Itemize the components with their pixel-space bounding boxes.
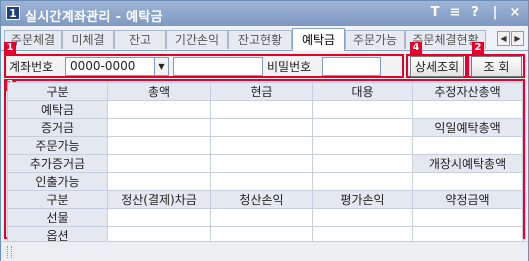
table-row: 추가증거금 개장시예탁총액 — [7, 154, 523, 173]
table-cell — [312, 118, 413, 137]
table-cell — [107, 154, 211, 173]
password-field[interactable] — [322, 57, 381, 76]
row-label: 주문가능 — [7, 136, 108, 155]
tab-orderable[interactable]: 주문가능 — [345, 30, 405, 49]
table-cell — [210, 172, 313, 191]
table-cell — [210, 136, 313, 155]
account-select[interactable]: 0000-0000 ▼ — [65, 57, 169, 76]
table-cell — [107, 118, 211, 137]
table-cell — [312, 100, 413, 119]
tab-prev-icon[interactable]: ◀ — [497, 31, 510, 46]
title-bar[interactable]: 1 실시간계좌관리 - 예탁금 T ≡ ? | × — [1, 1, 528, 26]
row-label: 예탁금 — [7, 100, 108, 119]
chevron-down-icon[interactable]: ▼ — [154, 58, 168, 75]
row-label: 익일예탁총액 — [412, 118, 523, 137]
header-cell: 구분 — [7, 82, 108, 101]
tab-balance[interactable]: 잔고 — [114, 30, 166, 49]
tab-deposit[interactable]: 예탁금 — [292, 28, 345, 51]
deposit-table: 구분 총액 현금 대용 추정자산총액 예탁금 증거금 익일예탁총액 주문가능 추… — [7, 82, 523, 245]
table-row: 선물 — [7, 208, 523, 227]
header-cell: 대용 — [312, 82, 413, 101]
badge-1: 1 — [4, 42, 16, 54]
table-header-row: 구분 총액 현금 대용 추정자산총액 — [7, 82, 523, 101]
window-title: 실시간계좌관리 - 예탁금 — [25, 10, 163, 25]
table-cell — [107, 208, 211, 227]
badge-2: 2 — [472, 42, 484, 54]
table-cell — [412, 100, 523, 119]
table-row: 인출가능 — [7, 172, 523, 191]
header-cell: 구분 — [7, 190, 108, 209]
table-row: 증거금 익일예탁총액 — [7, 118, 523, 137]
header-cell: 평가손익 — [312, 190, 413, 209]
row-label: 인출가능 — [7, 172, 108, 191]
app-icon: 1 — [6, 6, 20, 20]
row-label: 선물 — [7, 208, 108, 227]
account-label: 계좌번호 — [9, 60, 54, 74]
table-row: 주문가능 — [7, 136, 523, 155]
header-cell: 현금 — [210, 82, 313, 101]
table-cell — [412, 136, 523, 155]
help-icon[interactable]: ? — [468, 5, 482, 21]
status-bar — [1, 241, 528, 261]
tab-next-icon[interactable]: ▶ — [511, 31, 524, 46]
password-label: 비밀번호 — [267, 60, 312, 74]
badge-4: 4 — [410, 42, 422, 54]
header-cell: 추정자산총액 — [412, 82, 523, 101]
table-cell — [210, 118, 313, 137]
table-cell — [312, 172, 413, 191]
table-cell — [412, 172, 523, 191]
header-cell: 청산손익 — [210, 190, 313, 209]
table-cell — [412, 208, 523, 227]
query-button[interactable]: 조 회 — [471, 56, 522, 77]
table-cell — [312, 208, 413, 227]
titlebar-buttons: T ≡ ? | × — [428, 5, 522, 21]
table-cell — [107, 136, 211, 155]
header-cell: 정산(결제)차금 — [107, 190, 211, 209]
tab-bar: 주문체결 미체결 잔고 기간손익 잔고현황 예탁금 주문가능 주문체결현황 ◀ … — [1, 28, 528, 51]
tab-unfilled[interactable]: 미체결 — [62, 30, 114, 49]
detail-query-button[interactable]: 상세조회 — [410, 56, 464, 77]
table-cell — [210, 208, 313, 227]
menu-icon[interactable]: ≡ — [448, 5, 462, 21]
table-cell — [107, 100, 211, 119]
row-label: 추가증거금 — [7, 154, 108, 173]
table-cell — [210, 100, 313, 119]
row-label: 증거금 — [7, 118, 108, 137]
tab-balance-status[interactable]: 잔고현황 — [228, 30, 292, 49]
header-cell: 약정금액 — [412, 190, 523, 209]
header-cell: 총액 — [107, 82, 211, 101]
pin-icon[interactable]: T — [428, 5, 442, 21]
table-cell — [210, 154, 313, 173]
table-cell — [312, 136, 413, 155]
close-icon[interactable]: × — [508, 5, 522, 21]
account-value: 0000-0000 — [70, 59, 136, 73]
tab-period-pnl[interactable]: 기간손익 — [166, 30, 228, 49]
account-name-field[interactable] — [173, 57, 263, 76]
resize-grip-icon[interactable] — [7, 246, 12, 258]
table-header-row: 구분 정산(결제)차금 청산손익 평가손익 약정금액 — [7, 190, 523, 209]
account-window: 1 실시간계좌관리 - 예탁금 T ≡ ? | × 주문체결 미체결 잔고 기간… — [0, 0, 529, 261]
row-label: 개장시예탁총액 — [412, 154, 523, 173]
table-row: 예탁금 — [7, 100, 523, 119]
table-cell — [107, 172, 211, 191]
table-cell — [312, 154, 413, 173]
minimize-icon[interactable]: | — [488, 5, 502, 21]
